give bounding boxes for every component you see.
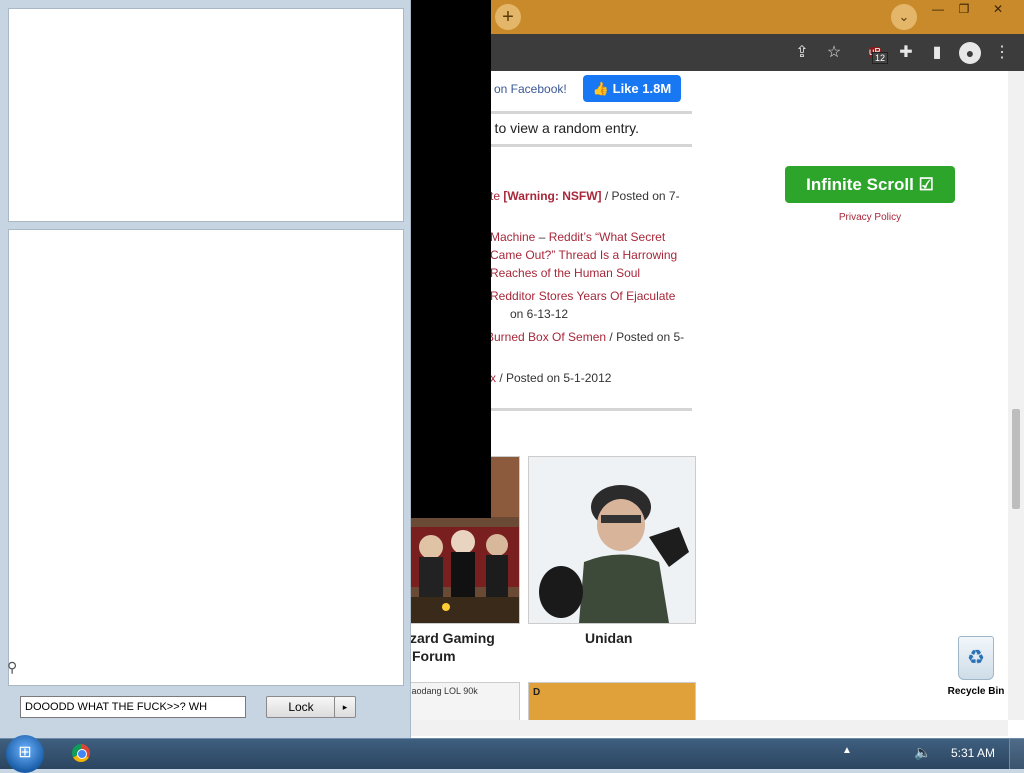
profile-avatar-icon[interactable]: ● — [959, 42, 981, 64]
post-meta-text: on 6-13-12 — [510, 307, 569, 321]
post-link[interactable]: Redditor Stores Years Of Ejaculate — [490, 289, 675, 303]
bookmark-star-icon[interactable]: ☆ — [823, 42, 845, 64]
search-icon[interactable]: ⚲ — [7, 659, 17, 676]
recycle-bin-icon: ♻ — [958, 636, 994, 680]
upper-pane — [0, 0, 411, 224]
privacy-policy-link[interactable]: Privacy Policy — [790, 212, 950, 223]
recycle-bin-desktop-icon[interactable]: ♻ Recycle Bin — [944, 636, 1008, 706]
recycle-bin-label: Recycle Bin — [947, 686, 1005, 697]
thumbnail-text: D — [533, 687, 541, 698]
divider — [490, 144, 692, 147]
new-tab-button[interactable]: + — [495, 4, 521, 30]
unidan-thumbnail[interactable] — [528, 456, 696, 624]
thumbnail-caption[interactable]: Unidan — [585, 630, 632, 646]
post-link[interactable]: [Warning: NSFW] — [503, 189, 601, 203]
post-link[interactable]: Came Out?” Thread Is a Harrowing — [490, 248, 677, 262]
related-post-line[interactable]: te [Warning: NSFW] / Posted on 7- — [490, 189, 680, 203]
volume-icon[interactable]: 🔈 — [914, 744, 931, 761]
thumbnail-text: Naodang LOL 90k — [405, 686, 478, 696]
maximize-button[interactable]: ❐ — [952, 2, 976, 16]
show-hidden-icons-button[interactable]: ▲ — [842, 745, 852, 756]
clock[interactable]: 5:31 AM — [948, 746, 998, 760]
post-meta-text: / Posted on 7- — [601, 189, 680, 203]
chrome-icon-center — [77, 749, 87, 759]
ublock-extension-button[interactable]: uB 12 — [864, 40, 889, 64]
ublock-badge: 12 — [872, 52, 889, 64]
thumbnail-caption[interactable]: zard Gaming — [410, 630, 495, 646]
related-post-line[interactable]: Machine – Reddit’s “What Secret — [490, 230, 665, 244]
upper-pane-area[interactable] — [8, 8, 404, 222]
lock-text-input[interactable] — [20, 696, 246, 718]
lock-button[interactable]: Lock — [266, 696, 336, 718]
page-content: on Facebook! 👍 Like 1.8M ” to view a ran… — [400, 71, 1008, 720]
lock-pane: ⚲ Lock ▸ — [0, 222, 411, 738]
windows-logo-icon: ⊞ — [18, 744, 32, 761]
random-entry-text: ” to view a random entry. — [486, 120, 640, 136]
browser-window: + ⌄ — ❐ ✕ ⇪ ☆ uB 12 ✚ ▮ ● ⋮ on Facebook!… — [400, 0, 1024, 738]
related-post-line[interactable]: Reaches of the Human Soul — [490, 266, 640, 280]
browser-menu-icon[interactable]: ⋮ — [991, 42, 1013, 64]
thumbnail[interactable]: Naodang LOL 90k — [400, 682, 520, 720]
show-desktop-button[interactable] — [1009, 739, 1024, 769]
taskbar: ⊞ ▲ 🔈 5:31 AM — [0, 735, 1024, 773]
infinite-scroll-button[interactable]: Infinite Scroll ☑ — [785, 166, 955, 203]
extensions-icon[interactable]: ✚ — [895, 42, 917, 64]
browser-toolbar: ⇪ ☆ uB 12 ✚ ▮ ● ⋮ — [400, 34, 1024, 71]
taskbar-chrome-button[interactable] — [68, 742, 94, 766]
browser-titlebar: + ⌄ — ❐ ✕ — [400, 0, 1024, 34]
related-post-line[interactable]: Redditor Stores Years Of Ejaculate — [490, 289, 675, 303]
black-occluding-window — [410, 0, 491, 518]
related-post-line[interactable]: on 6-13-12 — [510, 307, 568, 321]
horizontal-scrollbar[interactable] — [400, 720, 1008, 736]
post-link[interactable]: Reaches of the Human Soul — [490, 266, 640, 280]
post-meta-text: / Posted on 5-1-2012 — [496, 371, 612, 385]
scrollbar-thumb[interactable] — [1012, 409, 1020, 509]
share-icon[interactable]: ⇪ — [791, 42, 813, 64]
divider — [490, 111, 692, 114]
facebook-like-button[interactable]: 👍 Like 1.8M — [583, 75, 681, 102]
related-post-line[interactable]: Burned Box Of Semen / Posted on 5- — [486, 330, 684, 344]
post-link[interactable]: te — [490, 189, 503, 203]
lock-pane-area[interactable] — [8, 229, 404, 686]
vertical-scrollbar[interactable] — [1008, 71, 1024, 720]
post-link[interactable]: Reddit’s “What Secret — [549, 230, 666, 244]
related-post-line[interactable]: x / Posted on 5-1-2012 — [490, 371, 611, 385]
minimize-button[interactable]: — — [926, 2, 950, 16]
facebook-promo-text[interactable]: on Facebook! — [494, 82, 567, 96]
side-panel-icon[interactable]: ▮ — [926, 42, 948, 64]
thumbnail-caption[interactable]: Forum — [412, 648, 456, 664]
thumbnail[interactable]: D — [528, 682, 696, 720]
post-link[interactable]: Burned Box Of Semen — [486, 330, 606, 344]
tab-search-button[interactable]: ⌄ — [891, 4, 917, 30]
start-button[interactable]: ⊞ — [6, 735, 44, 773]
post-link[interactable]: Machine — [490, 230, 535, 244]
close-button[interactable]: ✕ — [986, 2, 1010, 16]
related-post-line[interactable]: Came Out?” Thread Is a Harrowing — [490, 248, 677, 262]
post-meta-text: / Posted on 5- — [606, 330, 685, 344]
unidan-image — [529, 457, 695, 623]
lock-options-arrow[interactable]: ▸ — [334, 696, 356, 718]
post-meta-text: – — [535, 230, 549, 244]
divider — [490, 408, 692, 411]
